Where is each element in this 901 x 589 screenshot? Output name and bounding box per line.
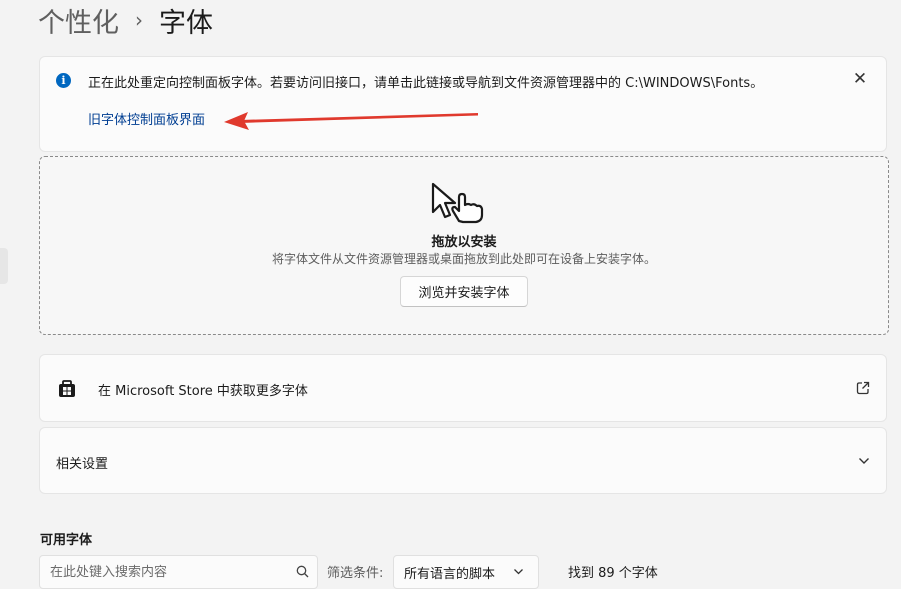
info-banner-message: 正在此处重定向控制面板字体。若要访问旧接口，请单击此链接或导航到文件资源管理器中… [88,76,764,91]
breadcrumb: 个性化 › 字体 [38,0,213,40]
chevron-down-icon [859,458,869,464]
browse-install-fonts-button[interactable]: 浏览并安装字体 [400,276,528,307]
font-search-box[interactable] [39,555,318,589]
legacy-font-control-panel-link[interactable]: 旧字体控制面板界面 [88,109,205,128]
font-search-input[interactable] [40,556,290,588]
related-settings-label: 相关设置 [56,457,109,472]
close-icon[interactable]: ✕ [850,69,870,89]
font-drop-zone[interactable]: 拖放以安装 将字体文件从文件资源管理器或桌面拖放到此处即可在设备上安装字体。 浏… [39,156,889,335]
language-filter-dropdown[interactable]: 所有语言的脚本 [393,555,539,589]
font-count: 找到 89 个字体 [568,566,658,581]
drop-zone-title: 拖放以安装 [431,235,497,250]
search-icon[interactable] [296,565,309,578]
store-icon [59,380,75,397]
info-banner: i 正在此处重定向控制面板字体。若要访问旧接口，请单击此链接或导航到文件资源管理… [39,56,887,152]
nav-pane-edge [0,248,8,284]
filter-selected-value: 所有语言的脚本 [404,567,496,582]
page-title: 字体 [159,7,213,39]
store-link-label: 在 Microsoft Store 中获取更多字体 [98,384,308,399]
external-link-icon [856,381,870,395]
drop-zone-description: 将字体文件从文件资源管理器或桌面拖放到此处即可在设备上安装字体。 [271,252,656,266]
chevron-down-icon [514,569,523,575]
available-fonts-heading: 可用字体 [40,533,93,548]
breadcrumb-parent[interactable]: 个性化 [38,1,119,40]
annotation-arrow-shaft [240,113,478,123]
breadcrumb-separator: › [135,8,143,32]
annotation-arrow [224,112,478,130]
info-icon: i [56,73,71,88]
drag-hand-icon [431,182,484,224]
related-settings-expander[interactable]: 相关设置 [39,427,887,494]
filter-label: 筛选条件: [327,566,384,581]
microsoft-store-fonts-link[interactable]: 在 Microsoft Store 中获取更多字体 [39,354,887,422]
